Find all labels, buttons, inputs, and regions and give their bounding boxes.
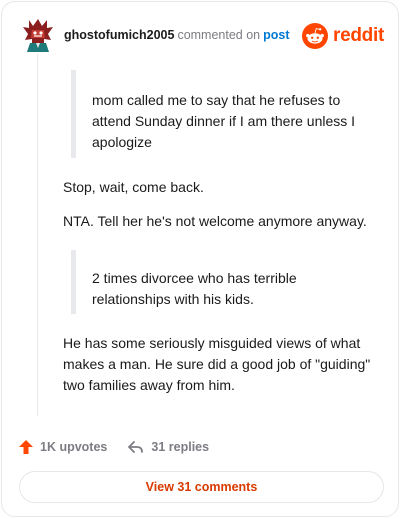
post-link[interactable]: post xyxy=(263,28,289,42)
reply-icon xyxy=(128,441,144,453)
quote-text: 2 times divorcee who has terrible relati… xyxy=(92,270,297,307)
quote-text: mom called me to say that he refuses to … xyxy=(92,92,356,150)
reddit-logo[interactable]: reddit xyxy=(302,22,384,50)
reply-button[interactable]: 31 replies xyxy=(127,439,209,455)
comment-card: ghostofumich2005 commented on post reddit … xyxy=(1,1,399,517)
comment-paragraph: He has some seriously misguided views of… xyxy=(63,335,371,393)
brand-wordmark: reddit xyxy=(333,25,384,46)
comment-paragraph: NTA. Tell her he's not welcome anymore a… xyxy=(63,213,367,229)
thread-line xyxy=(37,54,38,416)
reddit-snoo-icon xyxy=(302,23,329,49)
blockquote: mom called me to say that he refuses to … xyxy=(71,70,371,158)
comment-actions: 1K upvotes 31 replies xyxy=(18,436,229,458)
blockquote: 2 times divorcee who has terrible relati… xyxy=(71,250,371,314)
view-comments-button[interactable]: View 31 comments xyxy=(19,471,384,503)
comment-meta: ghostofumich2005 commented on post xyxy=(64,28,290,42)
reply-count: 31 replies xyxy=(151,440,210,454)
upvote-count: 1K upvotes xyxy=(40,440,108,454)
comment-paragraph: Stop, wait, come back. xyxy=(63,179,204,195)
comment-header: ghostofumich2005 commented on post reddit xyxy=(20,18,384,52)
upvote-button[interactable]: 1K upvotes xyxy=(18,439,107,455)
view-comments-label: View 31 comments xyxy=(145,480,258,494)
username-link[interactable]: ghostofumich2005 xyxy=(64,28,174,42)
action-text: commented on xyxy=(177,28,261,42)
upvote-arrow-icon xyxy=(19,440,33,454)
user-avatar[interactable] xyxy=(20,18,56,52)
avatar-icon xyxy=(23,19,53,52)
